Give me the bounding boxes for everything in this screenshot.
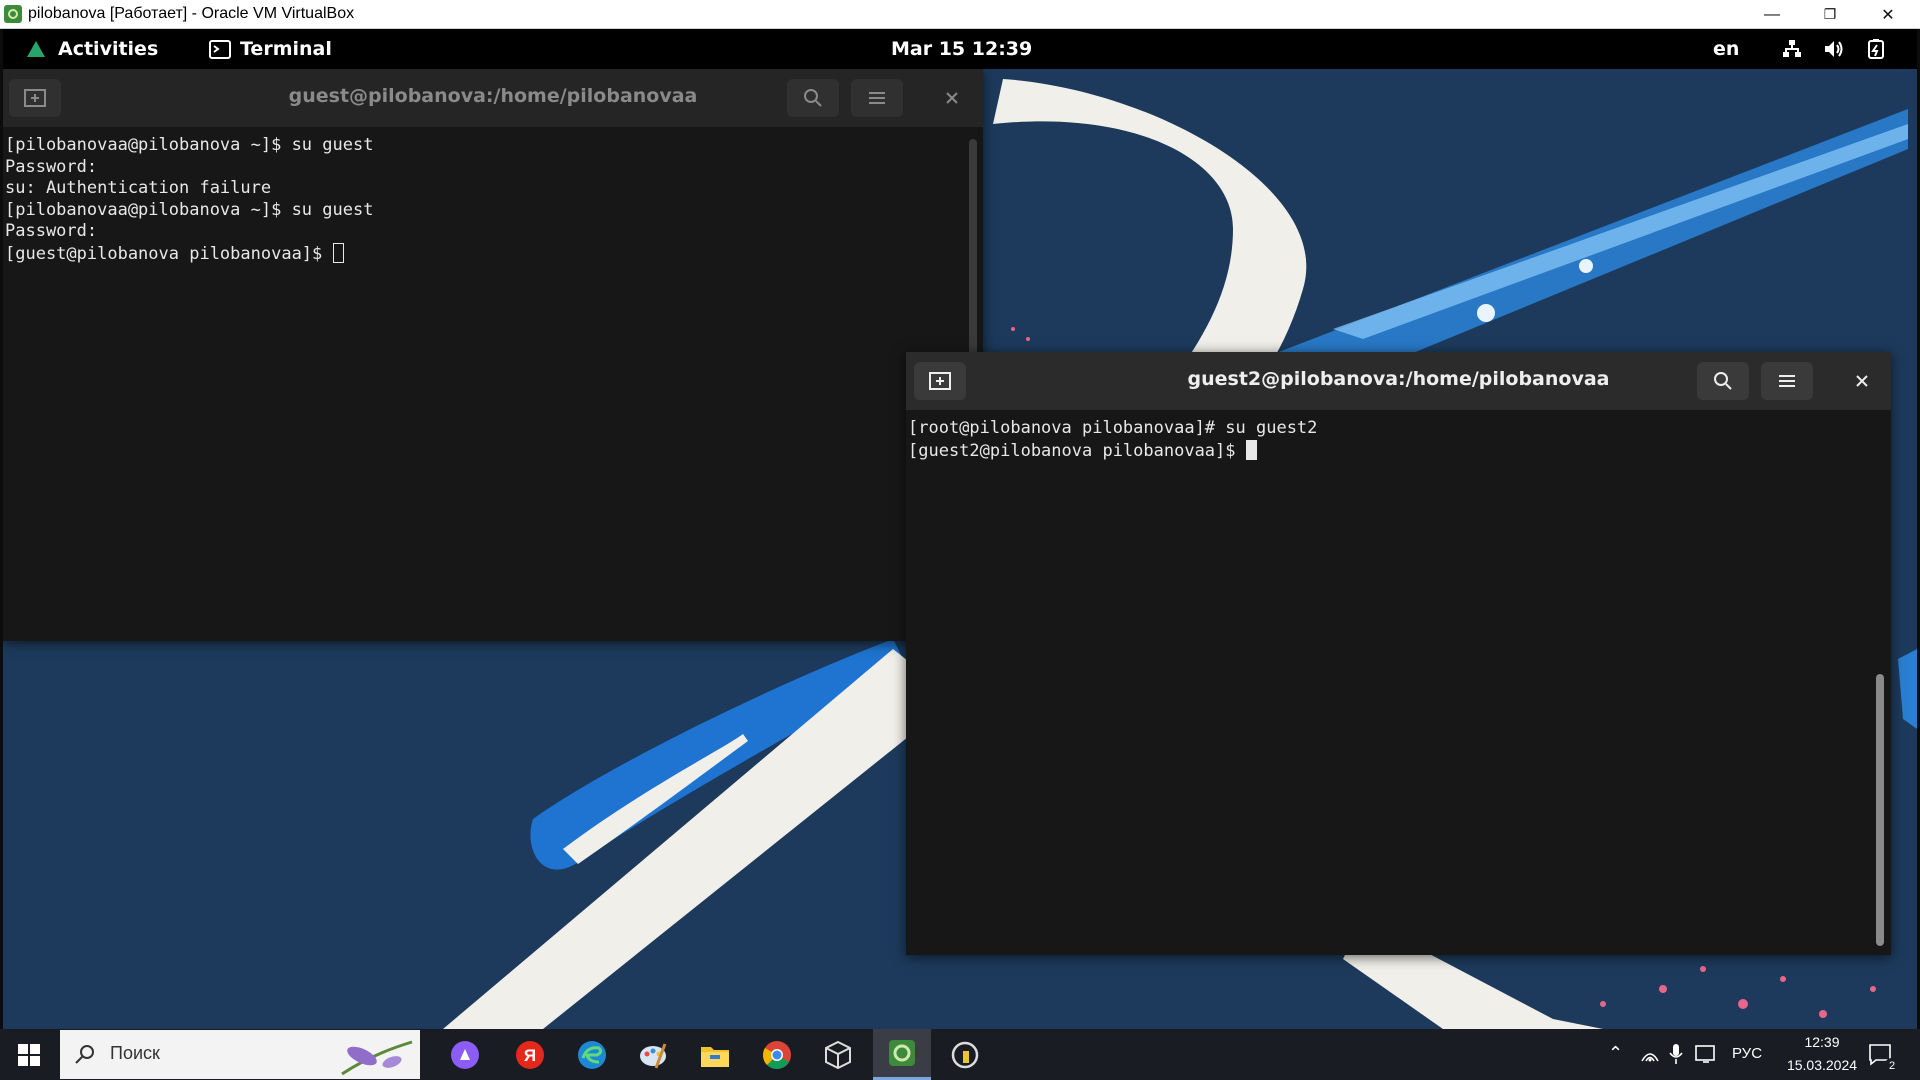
new-tab-button[interactable] [9,79,61,117]
scrollbar[interactable] [1876,674,1884,946]
terminal-cursor [1245,439,1257,460]
virtualbox-manager-icon [951,1041,979,1068]
terminal-output[interactable]: [root@pilobanova pilobanovaa]# su guest2… [906,410,1891,955]
activities-icon [27,41,45,57]
terminal-title: guest2@pilobanova:/home/pilobanovaa [1187,368,1610,390]
svg-text:Я: Я [524,1046,536,1065]
guest-screen: Activities Terminal Mar 15 12:39 en gues… [3,29,1917,1029]
close-terminal-button[interactable] [1843,362,1881,400]
windows-logo-icon [18,1043,40,1066]
paint-app-button[interactable] [628,1029,678,1080]
taskbar-search[interactable]: Поиск [60,1030,420,1079]
search-icon [75,1045,94,1064]
battery-icon[interactable] [1865,38,1887,60]
cube-icon [825,1040,851,1069]
terminal-cursor [332,242,344,263]
microphone-icon[interactable] [1669,1043,1683,1065]
show-hidden-icons-button[interactable]: ⌃ [1608,1043,1623,1064]
taskbar-date[interactable]: 15.03.2024 [1772,1057,1872,1073]
search-icon [804,89,822,107]
close-button[interactable]: ✕ [1859,0,1917,29]
chrome-browser-button[interactable] [752,1029,802,1080]
restore-button[interactable]: ❐ [1801,0,1859,29]
clock[interactable]: Mar 15 12:39 [891,38,1032,60]
host-window-title: pilobanova [Работает] - Oracle VM Virtua… [28,5,355,22]
edge-browser-button[interactable] [567,1029,617,1080]
hamburger-menu-icon [869,92,885,104]
3d-viewer-button[interactable] [813,1029,863,1080]
terminal-prompt: [guest2@pilobanova pilobanovaa]$ [908,440,1246,461]
terminal-line: su: Authentication failure [5,178,272,198]
search-button[interactable] [1697,362,1749,400]
folder-icon [701,1046,729,1067]
network-icon[interactable] [1781,38,1803,60]
new-tab-icon [24,89,46,107]
menu-button[interactable] [1761,362,1813,400]
alice-assistant-icon [451,1040,479,1069]
terminal-headerbar[interactable]: guest2@pilobanova:/home/pilobanovaa [906,352,1891,410]
search-placeholder: Поиск [110,1043,160,1063]
terminal-line: [root@pilobanova pilobanovaa]# su guest2 [908,418,1318,438]
lavender-decoration-icon [341,1040,413,1076]
keyboard-layout-indicator[interactable]: en [1713,38,1739,60]
virtualbox-manager-button[interactable] [940,1029,990,1080]
terminal-title: guest@pilobanova:/home/pilobanovaa [288,85,698,107]
scrollbar[interactable] [969,139,977,359]
search-icon [1714,372,1732,390]
terminal-headerbar[interactable]: guest@pilobanova:/home/pilobanovaa [3,69,983,127]
menu-button[interactable] [851,79,903,117]
close-icon [1856,375,1868,387]
virtualbox-vm-button[interactable] [873,1029,931,1080]
terminal-window-guest2[interactable]: guest2@pilobanova:/home/pilobanovaa [roo… [906,352,1891,955]
yandex-browser-button[interactable]: Я [505,1029,555,1080]
terminal-line: Password: [5,221,98,241]
hamburger-menu-icon [1779,375,1795,387]
minimize-button[interactable]: — [1743,0,1801,29]
file-explorer-button[interactable] [690,1029,740,1080]
gnome-top-bar: Activities Terminal Mar 15 12:39 en [3,29,1917,69]
chrome-icon [763,1040,791,1069]
terminal-line: [pilobanovaa@pilobanova ~]$ su guest [5,135,374,155]
new-tab-button[interactable] [914,362,966,400]
notification-count-badge: 2 [1884,1058,1900,1074]
terminal-prompt: [guest@pilobanova pilobanovaa]$ [5,243,333,264]
virtualbox-icon [4,5,22,23]
edge-icon [578,1040,606,1069]
search-button[interactable] [787,79,839,117]
terminal-window-guest[interactable]: guest@pilobanova:/home/pilobanovaa [pilo… [3,69,983,641]
volume-icon[interactable] [1823,38,1845,60]
display-icon[interactable] [1695,1044,1717,1064]
yandex-icon: Я [516,1040,544,1069]
terminal-output[interactable]: [pilobanovaa@pilobanova ~]$ su guest Pass… [3,127,983,641]
terminal-line: [pilobanovaa@pilobanova ~]$ su guest [5,199,374,220]
new-tab-icon [929,372,951,390]
terminal-app-icon [209,40,231,59]
virtualbox-icon [889,1040,915,1066]
activities-button[interactable]: Activities [58,38,158,60]
app-menu-terminal[interactable]: Terminal [240,38,332,60]
taskbar-time[interactable]: 12:39 [1792,1034,1852,1050]
close-terminal-button[interactable] [933,79,971,117]
terminal-line: Password: [5,156,98,177]
close-icon [946,92,958,104]
palette-icon [640,1042,667,1069]
alice-app-button[interactable] [440,1029,490,1080]
host-window-titlebar: pilobanova [Работает] - Oracle VM Virtua… [0,0,1920,29]
wifi-icon[interactable] [1640,1045,1660,1063]
input-language-indicator[interactable]: РУС [1732,1045,1762,1062]
host-taskbar: Поиск Я ⌃ РУС 12:39 15.03.2024 2 [0,1029,1920,1080]
start-button[interactable] [0,1029,58,1080]
